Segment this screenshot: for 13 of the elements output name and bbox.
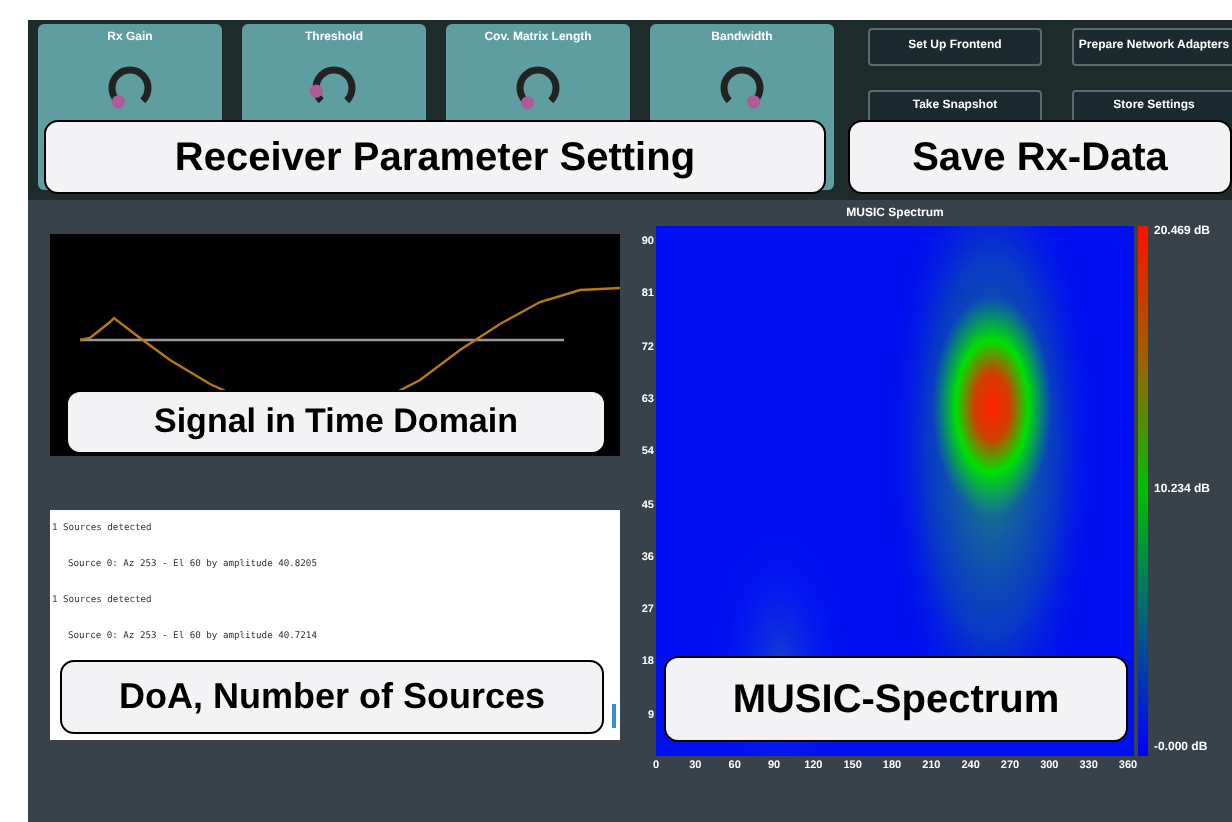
knob-handle[interactable] xyxy=(111,95,126,109)
knob-handle[interactable] xyxy=(309,84,323,98)
annotation-label: DoA, Number of Sources xyxy=(60,660,604,734)
rotary-knob[interactable] xyxy=(716,62,768,114)
knob-handle[interactable] xyxy=(746,95,761,109)
annotation-label: MUSIC-Spectrum xyxy=(664,656,1128,742)
annotation-label: Save Rx-Data xyxy=(848,120,1232,194)
annotation-label: Receiver Parameter Setting xyxy=(44,120,826,194)
scrollbar-thumb[interactable] xyxy=(612,704,616,728)
rotary-knob[interactable] xyxy=(104,62,156,114)
annotation-label: Signal in Time Domain xyxy=(66,390,606,454)
rotary-knob[interactable] xyxy=(512,62,564,114)
knob-handle[interactable] xyxy=(521,96,535,110)
